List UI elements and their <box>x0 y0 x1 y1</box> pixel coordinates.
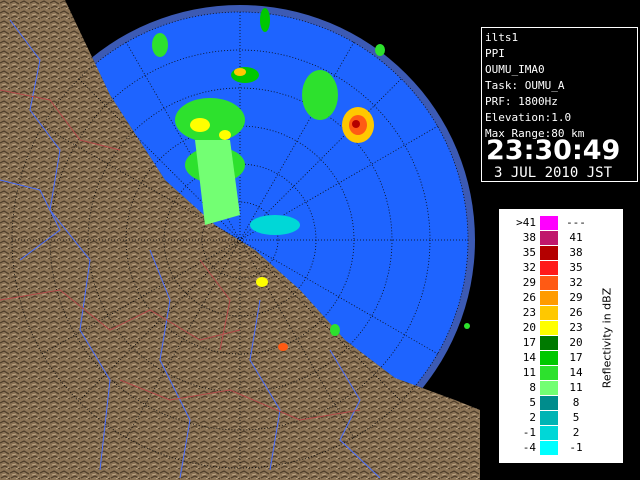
legend-high-label: 32 <box>569 276 583 289</box>
legend-panel: >41 --- 38 41 35 38 32 35 29 32 26 29 23 26 20 23 17 20 14… <box>499 209 623 463</box>
legend-low-label: -4 <box>522 441 536 454</box>
legend-swatch <box>540 336 558 350</box>
legend-low-label: 14 <box>522 351 536 364</box>
legend-low-label: 17 <box>522 336 536 349</box>
legend-swatch <box>540 306 558 320</box>
legend-high-label: --- <box>566 216 586 229</box>
legend-high-label: -1 <box>569 441 583 454</box>
legend-swatch <box>540 321 558 335</box>
legend-high-label: 5 <box>572 411 580 424</box>
legend-swatch <box>540 261 558 275</box>
radar-map <box>0 0 480 480</box>
legend-low-label: 29 <box>522 276 536 289</box>
legend-high-label: 2 <box>572 426 580 439</box>
legend-high-label: 29 <box>569 291 583 304</box>
info-panel: ilts1 PPI OUMU_IMA0 Task: OUMU_A PRF: 18… <box>481 27 638 182</box>
legend-swatch <box>540 351 558 365</box>
legend-swatch <box>540 276 558 290</box>
legend-high-label: 26 <box>569 306 583 319</box>
legend-low-label: 8 <box>529 381 536 394</box>
clock-time: 23:30:49 <box>486 135 621 166</box>
legend-low-label: 26 <box>522 291 536 304</box>
task-name: Task: OUMU_A <box>485 79 565 92</box>
legend-low-label: 20 <box>522 321 536 334</box>
legend-swatch <box>540 216 558 230</box>
legend-swatch <box>540 291 558 305</box>
legend-low-label: 23 <box>522 306 536 319</box>
legend-swatch <box>540 381 558 395</box>
legend-high-label: 20 <box>569 336 583 349</box>
legend-high-label: 23 <box>569 321 583 334</box>
legend-low-label: -1 <box>522 426 536 439</box>
product-type: PPI <box>485 47 505 60</box>
legend-high-label: 14 <box>569 366 583 379</box>
legend-low-label: 35 <box>522 246 536 259</box>
legend-swatch <box>540 396 558 410</box>
legend-swatch <box>540 441 558 455</box>
legend-high-label: 17 <box>569 351 583 364</box>
prf-value: PRF: 1800Hz <box>485 95 558 108</box>
legend-swatch <box>540 411 558 425</box>
legend-low-label: 5 <box>529 396 536 409</box>
legend-high-label: 11 <box>569 381 583 394</box>
legend-low-label: 2 <box>529 411 536 424</box>
legend-low-label: 38 <box>522 231 536 244</box>
legend-swatch <box>540 426 558 440</box>
legend-swatch <box>540 246 558 260</box>
legend-high-label: 35 <box>569 261 583 274</box>
legend-swatch <box>540 231 558 245</box>
legend-high-label: 38 <box>569 246 583 259</box>
legend-title: Reflectivity in dBZ <box>600 287 614 389</box>
legend-high-label: 41 <box>569 231 583 244</box>
legend-low-label: >41 <box>516 216 536 229</box>
legend-low-label: 11 <box>522 366 536 379</box>
task-id: OUMU_IMA0 <box>485 63 545 76</box>
legend-high-label: 8 <box>572 396 580 409</box>
site-name: ilts1 <box>485 31 519 44</box>
legend-low-label: 32 <box>522 261 536 274</box>
clock-date: 3 JUL 2010 JST <box>494 165 613 181</box>
legend-swatch <box>540 366 558 380</box>
elevation-value: Elevation:1.0 <box>485 111 572 124</box>
